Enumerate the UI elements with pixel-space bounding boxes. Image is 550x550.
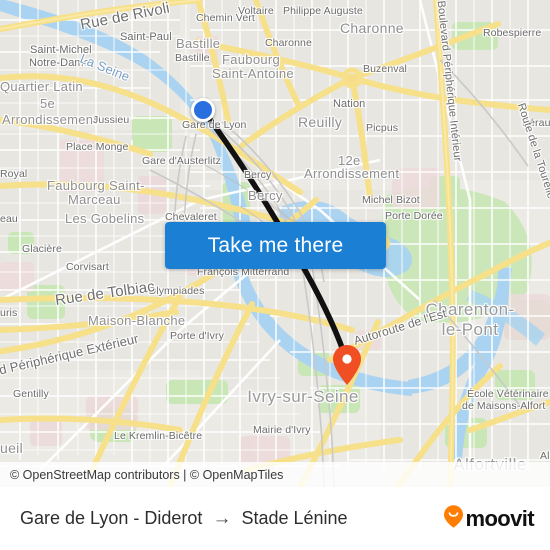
map-view[interactable]: Rue de Rivoli Chemin Vert Voltaire Philippe… — [0, 0, 550, 487]
map-attribution: © OpenStreetMap contributors | © OpenMap… — [0, 462, 550, 487]
take-me-there-button[interactable]: Take me there — [165, 222, 386, 269]
destination-marker[interactable] — [333, 345, 361, 385]
moovit-wordmark: moovit — [465, 505, 534, 531]
origin-label: Gare de Lyon - Diderot — [20, 508, 203, 528]
route-summary: Gare de Lyon - Diderot → Stade Lénine — [20, 508, 348, 529]
moovit-pin-icon — [444, 504, 464, 533]
screenshot-root: Rue de Rivoli Chemin Vert Voltaire Philippe… — [0, 0, 550, 550]
attribution-text[interactable]: © OpenStreetMap contributors | © OpenMap… — [10, 468, 283, 482]
destination-label: Stade Lénine — [241, 508, 348, 528]
moovit-logo[interactable]: moovit — [444, 504, 535, 533]
origin-marker[interactable] — [191, 98, 215, 122]
arrow-right-icon: → — [212, 508, 232, 529]
footer-bar: Gare de Lyon - Diderot → Stade Lénine mo… — [0, 487, 550, 550]
